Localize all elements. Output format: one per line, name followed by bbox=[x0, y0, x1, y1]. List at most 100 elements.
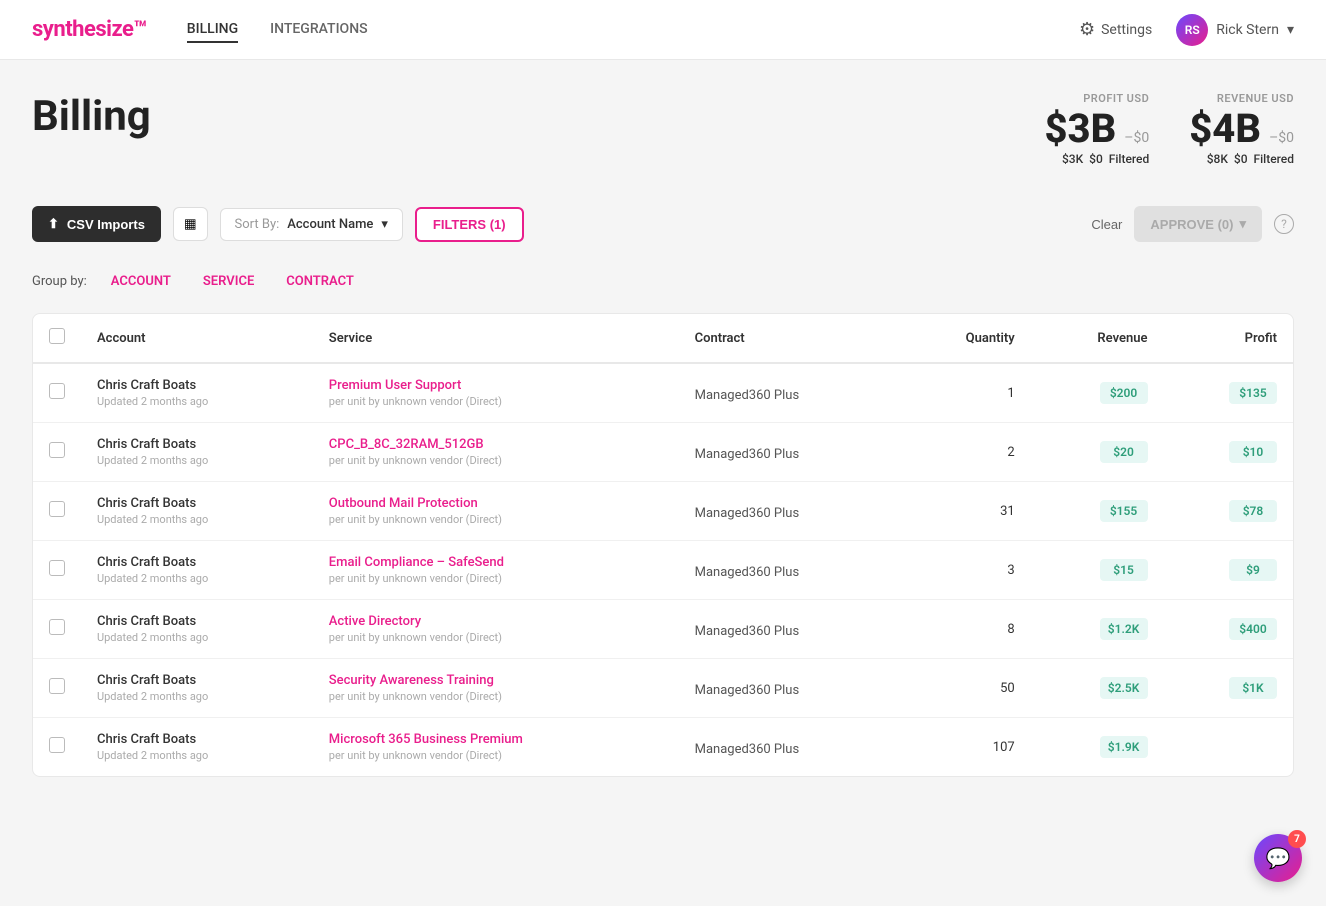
row-checkbox[interactable] bbox=[49, 737, 65, 753]
profit-value: $3B bbox=[1044, 105, 1116, 152]
row-checkbox-cell[interactable] bbox=[33, 482, 81, 541]
user-menu[interactable]: RS Rick Stern ▾ bbox=[1176, 14, 1294, 46]
revenue-sub: $8K $0 Filtered bbox=[1189, 152, 1294, 166]
service-name[interactable]: Outbound Mail Protection bbox=[329, 496, 663, 511]
contract-name: Managed360 Plus bbox=[695, 388, 800, 403]
account-updated: Updated 2 months ago bbox=[97, 513, 297, 526]
gear-icon: ⚙ bbox=[1079, 19, 1095, 40]
row-checkbox[interactable] bbox=[49, 619, 65, 635]
account-updated: Updated 2 months ago bbox=[97, 749, 297, 762]
row-checkbox-cell[interactable] bbox=[33, 541, 81, 600]
select-all-header[interactable] bbox=[33, 314, 81, 363]
logo[interactable]: synthesize™ bbox=[32, 17, 147, 42]
group-by-service[interactable]: SERVICE bbox=[195, 270, 262, 293]
sort-control[interactable]: Sort By: Account Name ▾ bbox=[220, 208, 403, 241]
table-row: Chris Craft Boats Updated 2 months ago O… bbox=[33, 482, 1293, 541]
chevron-down-icon: ▾ bbox=[381, 217, 388, 232]
profit-cell bbox=[1164, 718, 1293, 777]
nav-billing[interactable]: BILLING bbox=[187, 17, 238, 43]
settings-button[interactable]: ⚙ Settings bbox=[1079, 19, 1152, 40]
row-checkbox[interactable] bbox=[49, 501, 65, 517]
settings-label: Settings bbox=[1101, 22, 1152, 38]
row-checkbox-cell[interactable] bbox=[33, 363, 81, 423]
group-by-account[interactable]: ACCOUNT bbox=[103, 270, 179, 293]
profit-badge: $1K bbox=[1229, 677, 1277, 699]
service-header: Service bbox=[313, 314, 679, 363]
account-updated: Updated 2 months ago bbox=[97, 454, 297, 467]
toolbar: ⬆ CSV Imports ▦ Sort By: Account Name ▾ … bbox=[32, 190, 1294, 258]
row-checkbox[interactable] bbox=[49, 678, 65, 694]
account-cell: Chris Craft Boats Updated 2 months ago bbox=[81, 541, 313, 600]
group-by-contract[interactable]: CONTRACT bbox=[278, 270, 362, 293]
row-checkbox-cell[interactable] bbox=[33, 423, 81, 482]
service-name[interactable]: Premium User Support bbox=[329, 378, 663, 393]
help-icon[interactable]: ? bbox=[1274, 214, 1294, 234]
account-cell: Chris Craft Boats Updated 2 months ago bbox=[81, 363, 313, 423]
account-updated: Updated 2 months ago bbox=[97, 572, 297, 585]
contract-header: Contract bbox=[679, 314, 900, 363]
service-detail: per unit by unknown vendor (Direct) bbox=[329, 690, 663, 703]
table-row: Chris Craft Boats Updated 2 months ago A… bbox=[33, 600, 1293, 659]
billing-table-container: Account Service Contract Quantity Revenu… bbox=[32, 313, 1294, 777]
page-title: Billing bbox=[32, 92, 151, 141]
approve-button[interactable]: APPROVE (0) ▾ bbox=[1134, 206, 1262, 242]
row-checkbox-cell[interactable] bbox=[33, 659, 81, 718]
service-cell: Outbound Mail Protection per unit by unk… bbox=[313, 482, 679, 541]
profit-delta: –$0 bbox=[1124, 130, 1149, 146]
revenue-label: REVENUE USD bbox=[1189, 92, 1294, 105]
title-row: Billing PROFIT USD $3B –$0 $3K $0 Filter… bbox=[32, 92, 1294, 166]
account-header: Account bbox=[81, 314, 313, 363]
revenue-main: $4B –$0 bbox=[1189, 105, 1294, 152]
service-name[interactable]: CPC_B_8C_32RAM_512GB bbox=[329, 437, 663, 452]
account-name: Chris Craft Boats bbox=[97, 732, 297, 747]
service-name[interactable]: Microsoft 365 Business Premium bbox=[329, 732, 663, 747]
row-checkbox[interactable] bbox=[49, 442, 65, 458]
clear-button[interactable]: Clear bbox=[1091, 217, 1122, 232]
filters-button[interactable]: FILTERS (1) bbox=[415, 207, 524, 242]
sort-label: Sort By: bbox=[235, 217, 280, 232]
service-cell: Active Directory per unit by unknown ven… bbox=[313, 600, 679, 659]
revenue-badge: $15 bbox=[1100, 559, 1148, 581]
chevron-down-icon: ▾ bbox=[1239, 216, 1246, 232]
quantity-cell: 31 bbox=[900, 482, 1031, 541]
service-name[interactable]: Active Directory bbox=[329, 614, 663, 629]
row-checkbox-cell[interactable] bbox=[33, 718, 81, 777]
table-row: Chris Craft Boats Updated 2 months ago E… bbox=[33, 541, 1293, 600]
service-cell: Email Compliance – SafeSend per unit by … bbox=[313, 541, 679, 600]
table-row: Chris Craft Boats Updated 2 months ago S… bbox=[33, 659, 1293, 718]
row-checkbox-cell[interactable] bbox=[33, 600, 81, 659]
revenue-delta: –$0 bbox=[1269, 130, 1294, 146]
contract-name: Managed360 Plus bbox=[695, 447, 800, 462]
profit-cell: $400 bbox=[1164, 600, 1293, 659]
group-by-row: Group by: ACCOUNT SERVICE CONTRACT bbox=[32, 258, 1294, 313]
sort-value: Account Name bbox=[287, 217, 373, 232]
profit-stat: PROFIT USD $3B –$0 $3K $0 Filtered bbox=[1044, 92, 1149, 166]
avatar: RS bbox=[1176, 14, 1208, 46]
select-all-checkbox[interactable] bbox=[49, 328, 65, 344]
profit-cell: $9 bbox=[1164, 541, 1293, 600]
contract-name: Managed360 Plus bbox=[695, 742, 800, 757]
service-name[interactable]: Security Awareness Training bbox=[329, 673, 663, 688]
quantity-cell: 2 bbox=[900, 423, 1031, 482]
main-nav: BILLING INTEGRATIONS bbox=[187, 17, 1079, 43]
row-checkbox[interactable] bbox=[49, 383, 65, 399]
service-name[interactable]: Email Compliance – SafeSend bbox=[329, 555, 663, 570]
nav-integrations[interactable]: INTEGRATIONS bbox=[270, 17, 367, 43]
row-checkbox[interactable] bbox=[49, 560, 65, 576]
profit-badge: $9 bbox=[1229, 559, 1277, 581]
grid-view-button[interactable]: ▦ bbox=[173, 207, 208, 241]
service-detail: per unit by unknown vendor (Direct) bbox=[329, 395, 663, 408]
contract-name: Managed360 Plus bbox=[695, 506, 800, 521]
csv-imports-button[interactable]: ⬆ CSV Imports bbox=[32, 206, 161, 242]
table-row: Chris Craft Boats Updated 2 months ago P… bbox=[33, 363, 1293, 423]
contract-name: Managed360 Plus bbox=[695, 565, 800, 580]
upload-icon: ⬆ bbox=[48, 216, 59, 232]
chat-icon: 💬 bbox=[1266, 846, 1291, 870]
service-cell: CPC_B_8C_32RAM_512GB per unit by unknown… bbox=[313, 423, 679, 482]
service-detail: per unit by unknown vendor (Direct) bbox=[329, 749, 663, 762]
quantity-cell: 1 bbox=[900, 363, 1031, 423]
account-updated: Updated 2 months ago bbox=[97, 395, 297, 408]
contract-cell: Managed360 Plus bbox=[679, 363, 900, 423]
chat-button[interactable]: 💬 7 bbox=[1254, 834, 1302, 882]
group-by-label: Group by: bbox=[32, 274, 87, 289]
